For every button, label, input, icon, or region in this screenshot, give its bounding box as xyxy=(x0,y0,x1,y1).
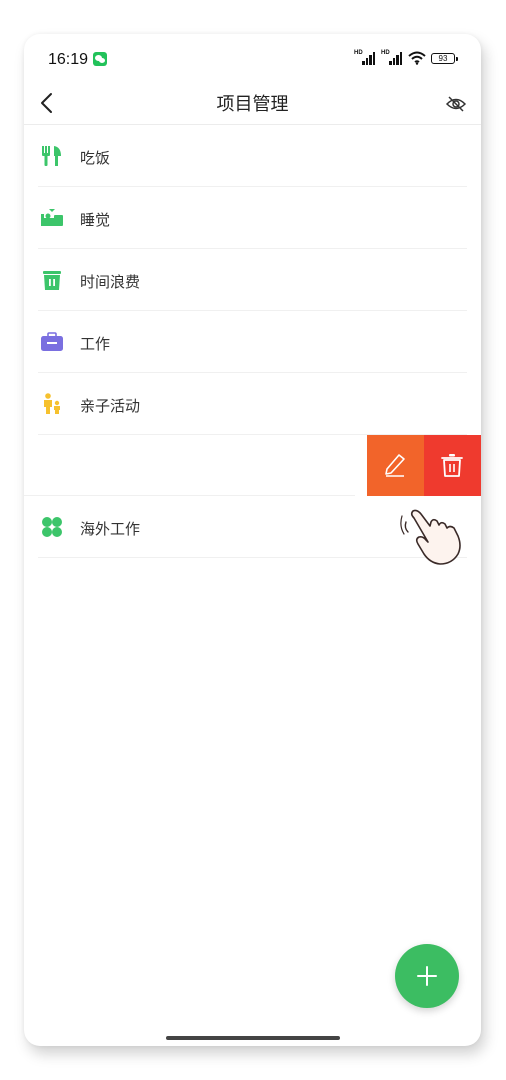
delete-button[interactable] xyxy=(424,435,481,496)
list-item-label: 工作 xyxy=(80,335,111,353)
add-project-button[interactable] xyxy=(395,944,459,1008)
bed-icon xyxy=(41,209,63,226)
hd-label: HD xyxy=(354,50,363,56)
nav-bar: 项目管理 xyxy=(24,86,481,125)
eye-hidden-icon[interactable] xyxy=(445,93,467,115)
wechat-icon xyxy=(93,52,107,66)
project-list: 吃饭 睡觉 时间浪费 工作 亲子活动 海外工作 xyxy=(24,125,481,558)
list-item[interactable]: 亲子活动 xyxy=(38,373,467,435)
clover-icon xyxy=(42,517,62,537)
system-indicators: HD HD 93 xyxy=(354,50,458,66)
list-item[interactable]: 睡觉 xyxy=(38,187,467,249)
list-item[interactable]: 工作 xyxy=(38,311,467,373)
hd-label: HD xyxy=(381,50,390,56)
pencil-icon xyxy=(385,454,405,477)
signal-icon: HD xyxy=(381,50,403,66)
briefcase-icon xyxy=(41,332,63,351)
phone-screen: 16:19 HD HD 93 项目管理 吃饭 睡觉 时间浪费 工作 亲子活动 海… xyxy=(24,34,481,1046)
list-item-label: 吃饭 xyxy=(80,149,111,167)
status-bar: 16:19 HD HD 93 xyxy=(24,34,481,86)
trash-icon xyxy=(441,454,463,477)
parent-child-icon xyxy=(44,393,60,414)
trash-bin-icon xyxy=(43,271,61,290)
list-item-label: 亲子活动 xyxy=(80,397,141,415)
list-item[interactable]: 吃饭 xyxy=(38,125,467,187)
tap-hand-icon xyxy=(400,509,461,565)
signal-icon: HD xyxy=(354,50,376,66)
list-item-label: 时间浪费 xyxy=(80,273,141,291)
status-time: 16:19 xyxy=(48,51,89,68)
list-item-label: 海外工作 xyxy=(80,520,141,538)
list-item-label: 睡觉 xyxy=(80,211,111,229)
home-indicator[interactable] xyxy=(166,1036,340,1040)
fork-knife-icon xyxy=(42,146,61,166)
wifi-icon xyxy=(408,51,426,65)
battery-icon: 93 xyxy=(431,52,458,64)
edit-button[interactable] xyxy=(367,435,424,496)
page-title: 项目管理 xyxy=(216,94,289,115)
list-item[interactable]: 时间浪费 xyxy=(38,249,467,311)
battery-level: 93 xyxy=(438,53,448,63)
plus-icon xyxy=(417,966,437,986)
swiped-list-item[interactable] xyxy=(24,435,481,496)
